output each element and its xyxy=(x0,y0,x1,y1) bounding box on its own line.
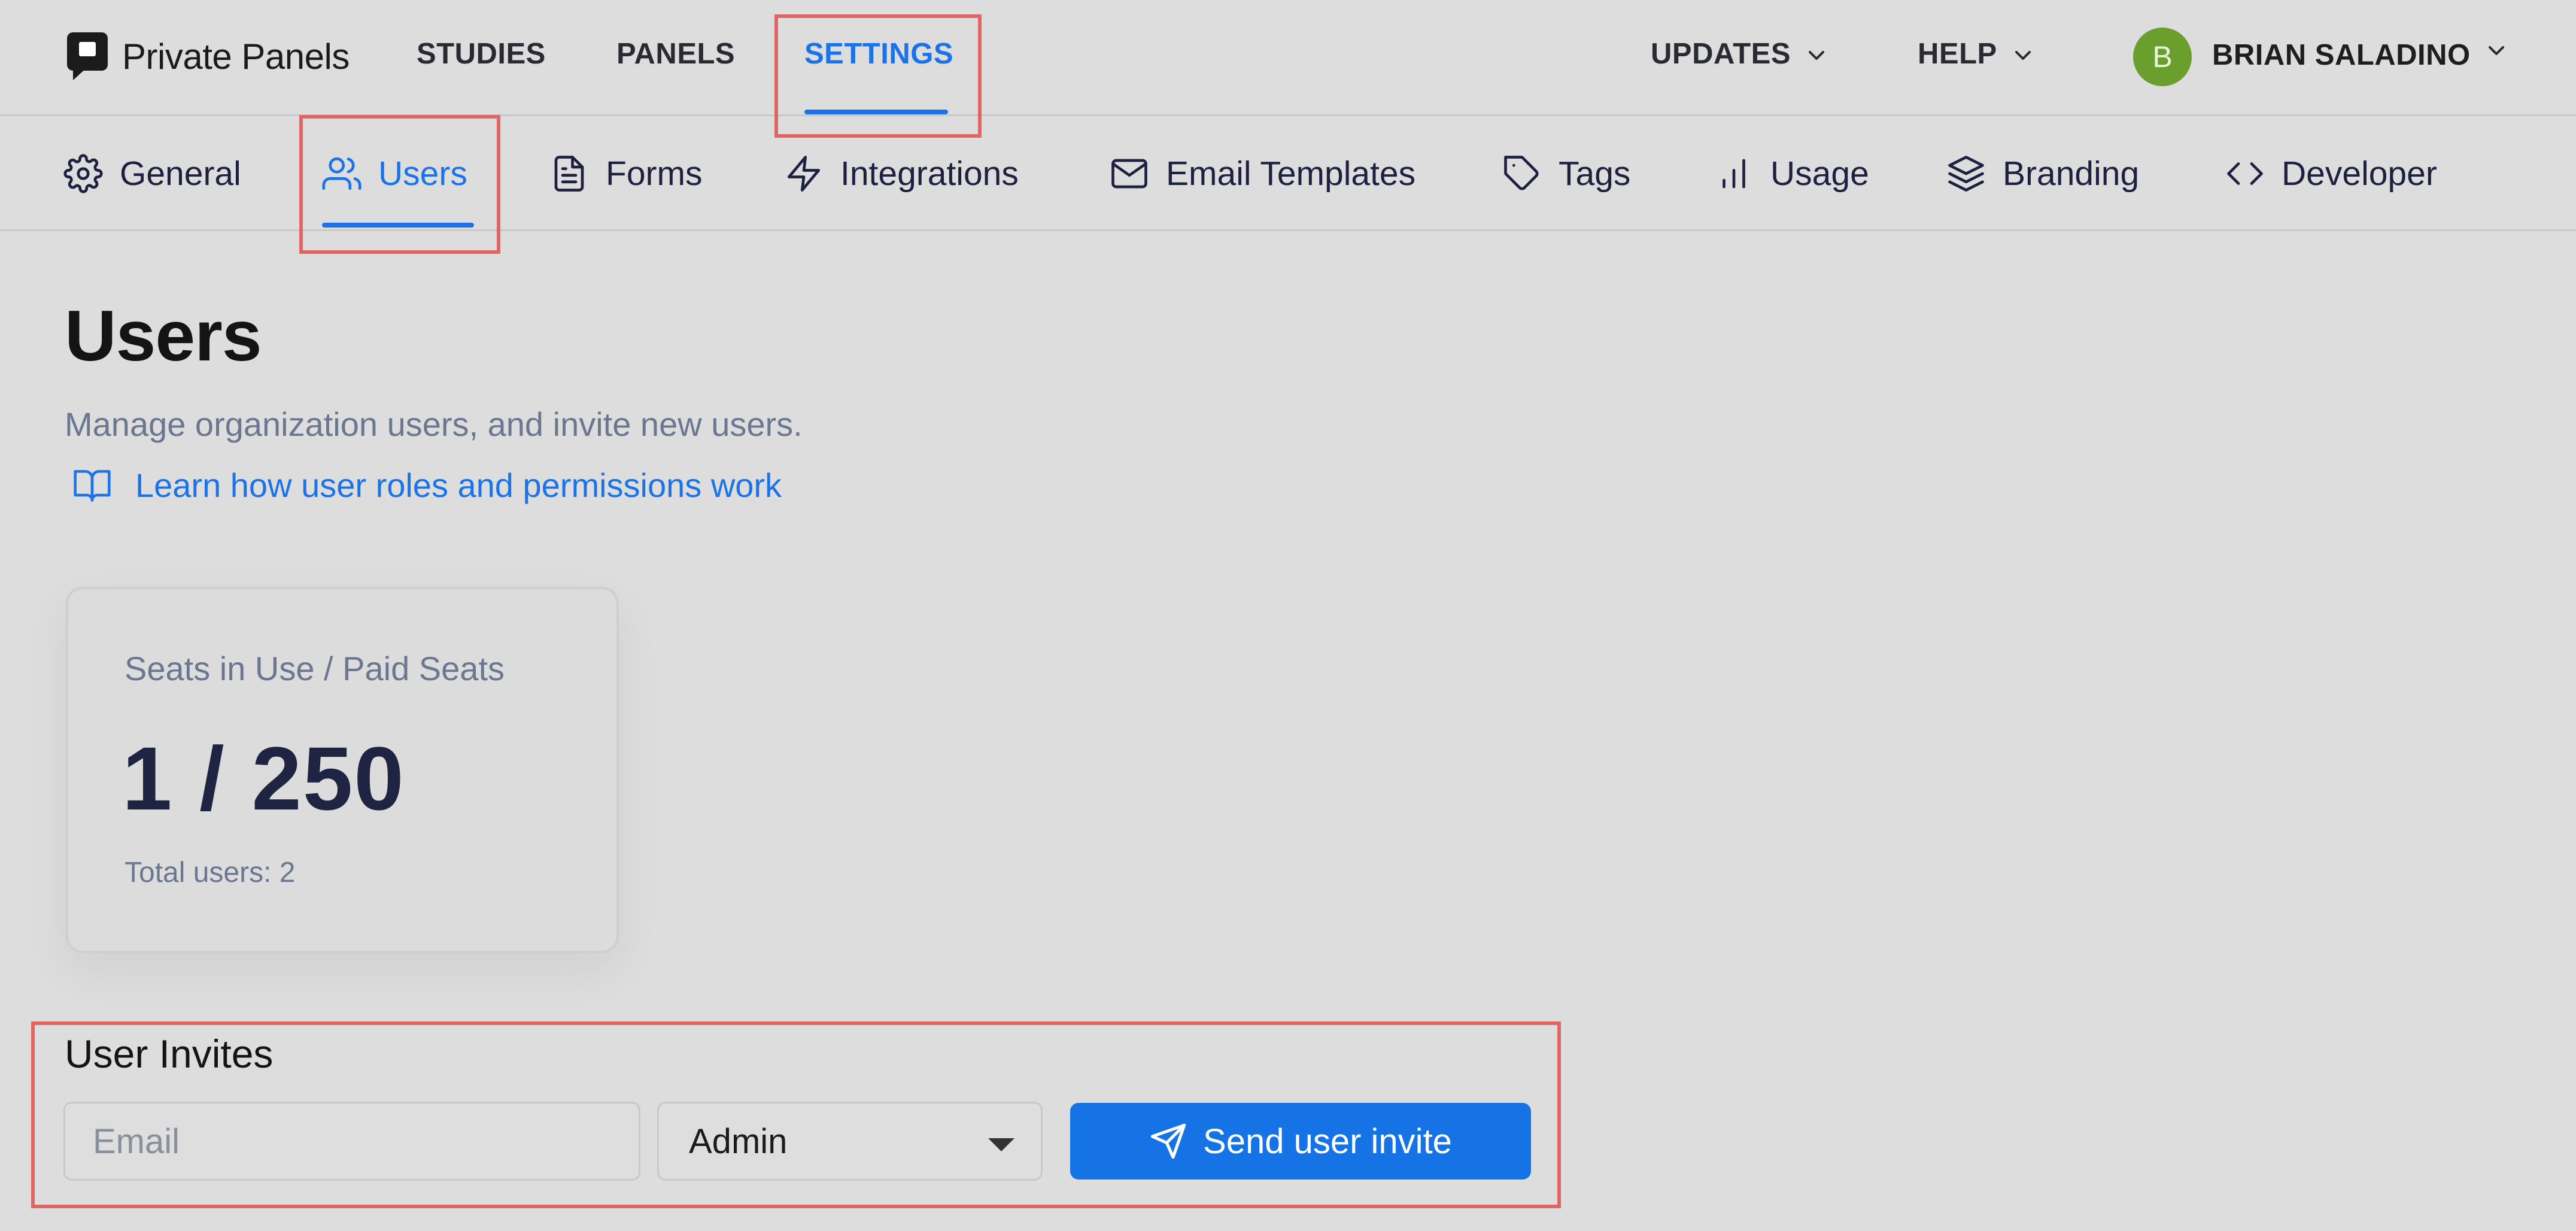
code-icon xyxy=(2227,162,2263,185)
send-user-invite-button[interactable]: Send user invite xyxy=(1070,1103,1531,1180)
tab-integrations-label: Integrations xyxy=(840,154,1019,193)
user-invites-title: User Invites xyxy=(65,1032,274,1076)
role-select[interactable]: Admin xyxy=(657,1102,1043,1181)
learn-roles-link[interactable]: Learn how user roles and permissions wor… xyxy=(72,465,782,505)
tab-users[interactable]: Users xyxy=(322,151,467,196)
page-subtitle: Manage organization users, and invite ne… xyxy=(65,405,803,443)
tab-usage-label: Usage xyxy=(1770,154,1869,193)
avatar[interactable]: B xyxy=(2133,28,2192,86)
book-icon xyxy=(74,470,111,502)
settings-tab-bar: General Users Forms Integrations Email T… xyxy=(0,116,2576,231)
nav-settings-active-indicator xyxy=(804,110,948,114)
seats-card-total-users: Total users: 2 xyxy=(124,857,296,889)
tag-icon xyxy=(1504,156,1539,190)
nav-studies[interactable]: STUDIES xyxy=(417,37,546,71)
nav-settings[interactable]: SETTINGS xyxy=(804,37,953,71)
send-icon xyxy=(1150,1123,1186,1159)
tab-branding-label: Branding xyxy=(2003,154,2140,193)
tab-email-templates-label: Email Templates xyxy=(1166,154,1416,193)
brand-name[interactable]: Private Panels xyxy=(122,36,350,77)
tab-users-active-indicator xyxy=(322,223,474,228)
seats-card-value: 1 / 250 xyxy=(122,728,405,829)
chevron-down-icon xyxy=(2015,51,2031,60)
logo-icon xyxy=(67,32,108,80)
learn-roles-link-label: Learn how user roles and permissions wor… xyxy=(135,466,782,504)
tab-forms-label: Forms xyxy=(606,154,703,193)
tab-general[interactable]: General xyxy=(63,151,241,196)
role-select-value: Admin xyxy=(689,1121,788,1161)
user-menu[interactable]: BRIAN SALADINO xyxy=(2212,38,2507,72)
user-name: BRIAN SALADINO xyxy=(2212,39,2471,71)
tab-general-label: General xyxy=(120,154,241,193)
chevron-down-icon xyxy=(2488,46,2504,56)
tab-usage[interactable]: Usage xyxy=(1714,151,1869,196)
tab-users-label: Users xyxy=(378,154,467,193)
nav-panels[interactable]: PANELS xyxy=(616,37,735,71)
caret-down-icon xyxy=(988,1138,1014,1151)
send-user-invite-label: Send user invite xyxy=(1203,1121,1452,1161)
tab-developer[interactable]: Developer xyxy=(2225,151,2437,196)
updates-menu[interactable]: UPDATES xyxy=(1651,37,1827,71)
help-label: HELP xyxy=(1918,38,1997,70)
email-input[interactable] xyxy=(63,1102,640,1181)
document-icon xyxy=(554,156,584,192)
page-title: Users xyxy=(65,296,262,376)
users-icon xyxy=(322,157,362,190)
tab-email-templates[interactable]: Email Templates xyxy=(1110,151,1415,196)
top-navigation-bar: Private Panels STUDIES PANELS SETTINGS U… xyxy=(0,0,2576,116)
seats-card-label: Seats in Use / Paid Seats xyxy=(124,650,505,687)
tab-forms[interactable]: Forms xyxy=(549,151,702,196)
help-menu[interactable]: HELP xyxy=(1918,37,2033,71)
gear-icon xyxy=(63,154,103,193)
updates-label: UPDATES xyxy=(1651,38,1791,70)
tab-tags[interactable]: Tags xyxy=(1502,151,1630,196)
bar-chart-icon xyxy=(1723,159,1745,189)
chevron-down-icon xyxy=(1809,51,1825,60)
mail-icon xyxy=(1111,159,1147,189)
tab-tags-label: Tags xyxy=(1559,154,1631,193)
tab-branding[interactable]: Branding xyxy=(1946,151,2139,196)
layers-icon xyxy=(1948,156,1984,192)
tab-integrations[interactable]: Integrations xyxy=(784,151,1019,196)
lightning-icon xyxy=(787,156,821,192)
tab-developer-label: Developer xyxy=(2282,154,2437,193)
